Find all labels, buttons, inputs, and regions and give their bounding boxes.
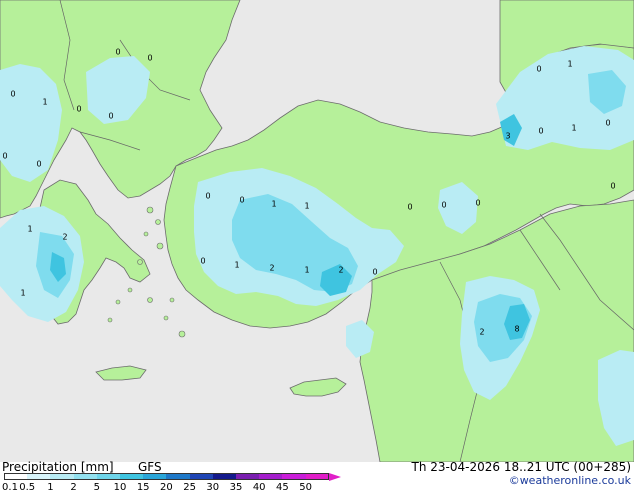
precip-value-v14: 1 [304,201,310,211]
precip-value-v18: 1 [304,265,310,275]
legend-tick-label: 2 [70,482,77,493]
precip-value-v28: 1 [571,123,577,133]
precip-value-v30: 0 [605,118,611,128]
legend-tick-label: 40 [252,482,266,493]
precip-value-v2: 0 [147,53,153,63]
legend-tick-label: 50 [299,482,312,493]
precipitation-map: 0 0 0 1 0 0 0 1 2 1 0 0 1 1 0 1 2 1 2 0 0 0 0 0 1 3 0 1 0 0 0 2 8 [0,0,634,463]
legend-tick-label: 0.5 [19,482,36,493]
legend-tick-label: 1 [47,482,54,493]
precip-value-v24: 0 [475,198,481,208]
precip-value-v6: 0 [108,111,114,121]
precip-value-v3: 0 [10,89,16,99]
legend-tick-label: 20 [160,482,173,493]
precip-value-v31: 0 [610,181,616,191]
model-label: GFS [138,460,162,474]
precip-value-v25: 1 [567,59,573,69]
precip-value-v16: 1 [234,260,240,270]
precip-value-v17: 2 [269,263,275,273]
precip-value-v11: 0 [2,151,8,161]
precip-value-v23: 0 [441,200,447,210]
legend-frame [4,473,329,480]
precip-value-v21: 0 [200,256,206,266]
precip-value-v12: 0 [205,191,211,201]
valid-time: Th 23-04-2026 18..21 UTC (00+285) [411,460,631,474]
precip-value-v4: 1 [42,97,48,107]
precip-value-v32: 2 [479,327,485,337]
legend-tick-label: 10 [113,482,127,493]
precip-value-v13: 1 [271,199,277,209]
precip-value-v7: 0 [36,159,42,169]
precip-value-v5: 0 [76,104,82,114]
footer: Precipitation [mm] GFS Th 23-04-2026 18.… [0,460,634,493]
legend-tick-label: 45 [276,482,289,493]
precip-value-v22: 0 [407,202,413,212]
precip-value-v29: 0 [538,126,544,136]
precip-value-v9: 2 [62,232,68,242]
precip-value-v15: 0 [239,195,245,205]
footer-title: Precipitation [mm] [2,460,114,474]
precip-value-v33: 8 [514,324,520,334]
precip-value-v26: 3 [505,131,511,141]
precip-value-v10: 1 [20,288,26,298]
precip-value-v19: 2 [338,265,344,275]
legend-tick-label: 15 [136,482,150,493]
precip-value-v20: 0 [372,267,378,277]
copyright-text: ©weatheronline.co.uk [508,474,631,487]
legend-arrow-icon [328,473,341,481]
legend-tick-label: 0.1 [2,482,18,493]
legend-tick-label: 25 [183,482,196,493]
legend-tick-label: 35 [229,482,243,493]
precip-value-v8: 1 [27,224,33,234]
precip-value-v27: 0 [536,64,542,74]
precip-value-v1: 0 [115,47,121,57]
legend-tick-label: 5 [93,482,100,493]
legend-tick-label: 30 [206,482,220,493]
